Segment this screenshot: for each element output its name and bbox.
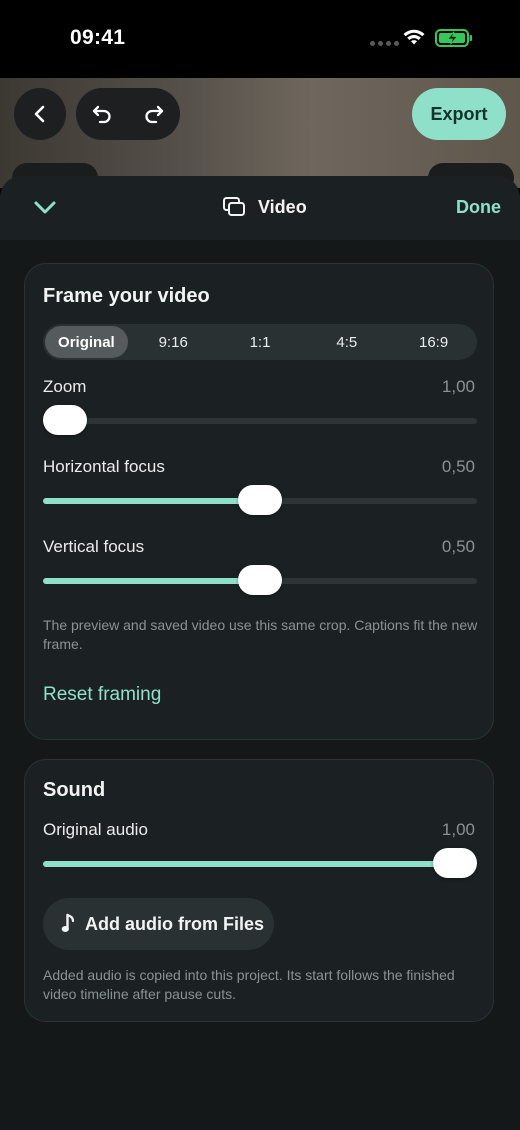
undo-button[interactable]: [76, 88, 128, 140]
status-bar: 09:41: [0, 0, 520, 78]
vertical-focus-slider-thumb[interactable]: [238, 565, 282, 595]
chevron-left-icon: [34, 105, 45, 123]
undo-icon: [92, 105, 111, 124]
aspect-option-1-1[interactable]: 1:1: [219, 326, 302, 358]
aspect-option-16-9[interactable]: 16:9: [392, 326, 475, 358]
zoom-slider-thumb[interactable]: [43, 405, 87, 435]
zoom-slider[interactable]: [43, 405, 477, 435]
vertical-focus-slider-fill: [43, 578, 260, 584]
add-audio-button[interactable]: Add audio from Files: [43, 898, 274, 950]
wifi-icon: [403, 29, 425, 45]
original-audio-value: 1,00: [441, 820, 475, 839]
aspect-option-9-16[interactable]: 9:16: [132, 326, 215, 358]
vertical-focus-slider[interactable]: [43, 565, 477, 595]
sound-card-title: Sound: [43, 779, 106, 801]
sheet-title-text: Video: [258, 196, 307, 217]
original-audio-slider-thumb[interactable]: [433, 848, 477, 878]
zoom-value: 1,00: [441, 377, 475, 396]
sheet-header: Video Done: [0, 176, 520, 240]
vertical-focus-label: Vertical focus: [43, 537, 145, 556]
back-button[interactable]: [14, 88, 66, 140]
horizontal-focus-slider-thumb[interactable]: [238, 485, 282, 515]
aspect-option-original[interactable]: Original: [45, 326, 128, 358]
signal-dots-icon: [370, 41, 399, 46]
chevron-down-icon: [34, 201, 56, 214]
aspect-option-4-5[interactable]: 4:5: [305, 326, 388, 358]
battery-charging-icon: [435, 29, 472, 47]
horizontal-focus-slider[interactable]: [43, 485, 477, 515]
sheet-title: Video: [222, 196, 307, 218]
vertical-focus-value: 0,50: [441, 537, 475, 556]
music-note-icon: [61, 913, 75, 932]
redo-icon: [145, 105, 164, 124]
horizontal-focus-slider-fill: [43, 498, 260, 504]
original-audio-slider[interactable]: [43, 848, 477, 878]
video-layers-icon: [223, 197, 245, 216]
horizontal-focus-value: 0,50: [441, 457, 475, 476]
framing-caption: The preview and saved video use this sam…: [43, 617, 478, 652]
aspect-ratio-selector: Original 9:16 1:1 4:5 16:9: [43, 324, 477, 360]
original-audio-slider-fill: [43, 861, 455, 867]
zoom-label: Zoom: [43, 377, 87, 396]
frame-card-title: Frame your video: [43, 285, 210, 307]
collapse-sheet-button[interactable]: [32, 196, 58, 223]
sound-card: Sound Original audio 1,00 Add audio from…: [24, 759, 494, 1022]
video-settings-sheet: Video Done Frame your video Original 9:1…: [0, 176, 520, 1130]
add-audio-label: Add audio from Files: [85, 913, 265, 934]
reset-framing-link[interactable]: Reset framing: [43, 684, 161, 706]
horizontal-focus-label: Horizontal focus: [43, 457, 165, 476]
redo-button[interactable]: [128, 88, 180, 140]
frame-video-card: Frame your video Original 9:16 1:1 4:5 1…: [24, 263, 494, 740]
undo-redo-group: [76, 88, 180, 140]
status-time: 09:41: [70, 26, 126, 49]
original-audio-label: Original audio: [43, 820, 148, 839]
sound-caption: Added audio is copied into this project.…: [43, 967, 455, 1002]
export-button[interactable]: Export: [412, 88, 506, 140]
done-button[interactable]: Done: [456, 197, 501, 218]
